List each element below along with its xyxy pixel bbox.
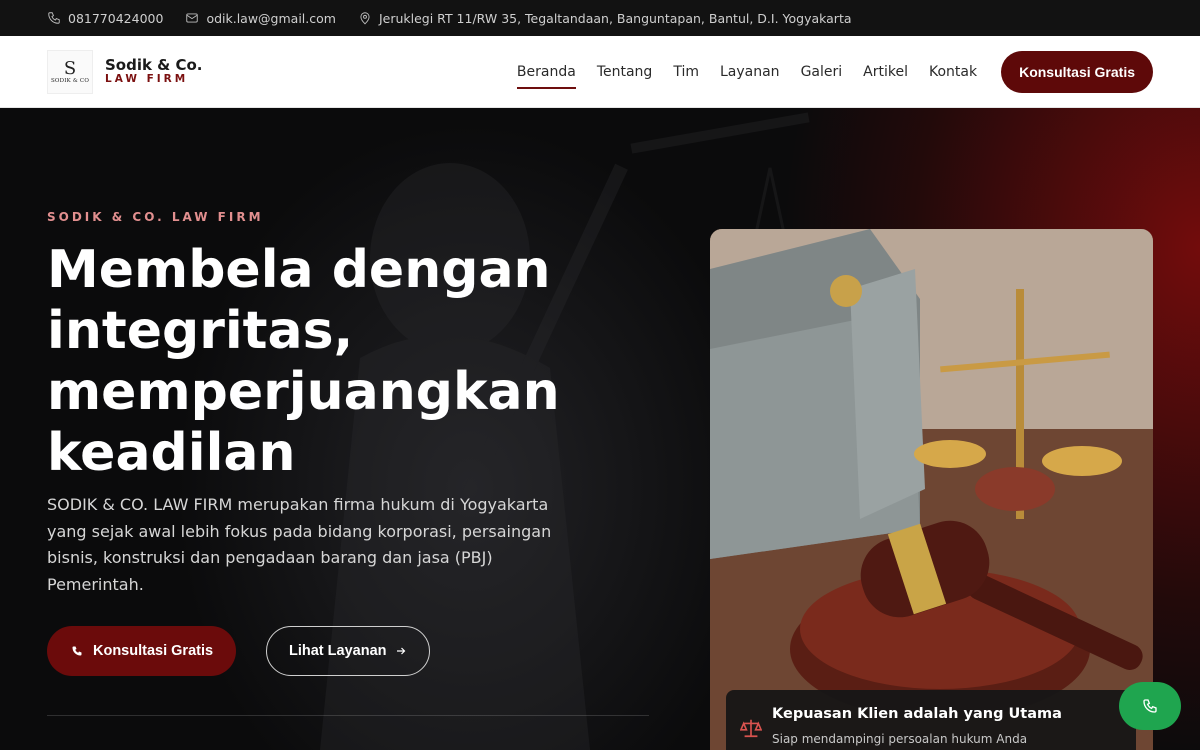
nav-item-kontak[interactable]: Kontak — [929, 56, 977, 88]
logo-image: S SODIK & CO — [47, 49, 93, 94]
nav-item-artikel[interactable]: Artikel — [863, 56, 908, 88]
nav-item-tim[interactable]: Tim — [673, 56, 699, 88]
main-navbar: S SODIK & CO Sodik & Co. LAW FIRM Berand… — [0, 36, 1200, 108]
hero-divider — [47, 715, 649, 716]
phone-icon — [72, 646, 82, 656]
nav-item-galeri[interactable]: Galeri — [801, 56, 843, 88]
brand-logo-link[interactable]: S SODIK & CO Sodik & Co. LAW FIRM — [47, 49, 203, 94]
info-card-subtitle: Siap mendampingi persoalan hukum Anda — [772, 732, 1028, 746]
nav-menu: Beranda Tentang Tim Layanan Galeri Artik… — [516, 56, 977, 89]
topbar-phone[interactable]: 081770424000 — [47, 11, 163, 26]
info-card-title: Kepuasan Klien adalah yang Utama — [772, 706, 1062, 722]
phone-icon — [48, 12, 60, 24]
brand-tagline: LAW FIRM — [105, 73, 189, 85]
hero-description: SODIK & CO. LAW FIRM merupakan firma huk… — [47, 495, 552, 594]
topbar-email-text: odik.law@gmail.com — [206, 10, 336, 26]
topbar-address-text: Jeruklegi RT 11/RW 35, Tegaltandaan, Ban… — [378, 10, 852, 26]
whatsapp-float-button[interactable] — [1119, 682, 1181, 730]
nav-item-layanan[interactable]: Layanan — [720, 56, 780, 88]
logo-caption: SODIK & CO — [50, 77, 90, 84]
mail-icon — [186, 13, 199, 23]
nav-item-beranda[interactable]: Beranda — [516, 56, 576, 89]
logo-monogram: S — [63, 57, 77, 79]
hero-consultation-button[interactable]: Konsultasi Gratis — [47, 626, 237, 676]
hero-services-button[interactable]: Lihat Layanan — [266, 626, 430, 676]
hero-kicker: SODIK & CO. LAW FIRM — [47, 210, 264, 224]
brand-name: Sodik & Co. — [105, 56, 203, 74]
hero-headline: Membela dengan integritas, memperjuangka… — [47, 240, 560, 483]
hero-image-gavel-scales — [710, 229, 1153, 750]
nav-item-tentang[interactable]: Tentang — [597, 56, 653, 88]
arrow-right-icon — [396, 647, 405, 655]
top-contact-bar: 081770424000 odik.law@gmail.com Jerukleg… — [0, 0, 1200, 36]
hero-services-label: Lihat Layanan — [289, 643, 387, 659]
hero-consultation-label: Konsultasi Gratis — [93, 643, 214, 659]
topbar-address: Jeruklegi RT 11/RW 35, Tegaltandaan, Ban… — [358, 11, 852, 26]
map-pin-icon — [360, 12, 370, 25]
nav-consultation-button[interactable]: Konsultasi Gratis — [1001, 50, 1153, 93]
whatsapp-phone-icon — [1143, 699, 1157, 713]
topbar-email[interactable]: odik.law@gmail.com — [185, 11, 336, 26]
scale-icon — [740, 719, 762, 738]
topbar-phone-text: 081770424000 — [68, 10, 164, 26]
hero-section: SODIK & CO. LAW FIRM Membela dengan inte… — [0, 108, 1200, 750]
client-satisfaction-card: Kepuasan Klien adalah yang Utama Siap me… — [726, 690, 1136, 750]
